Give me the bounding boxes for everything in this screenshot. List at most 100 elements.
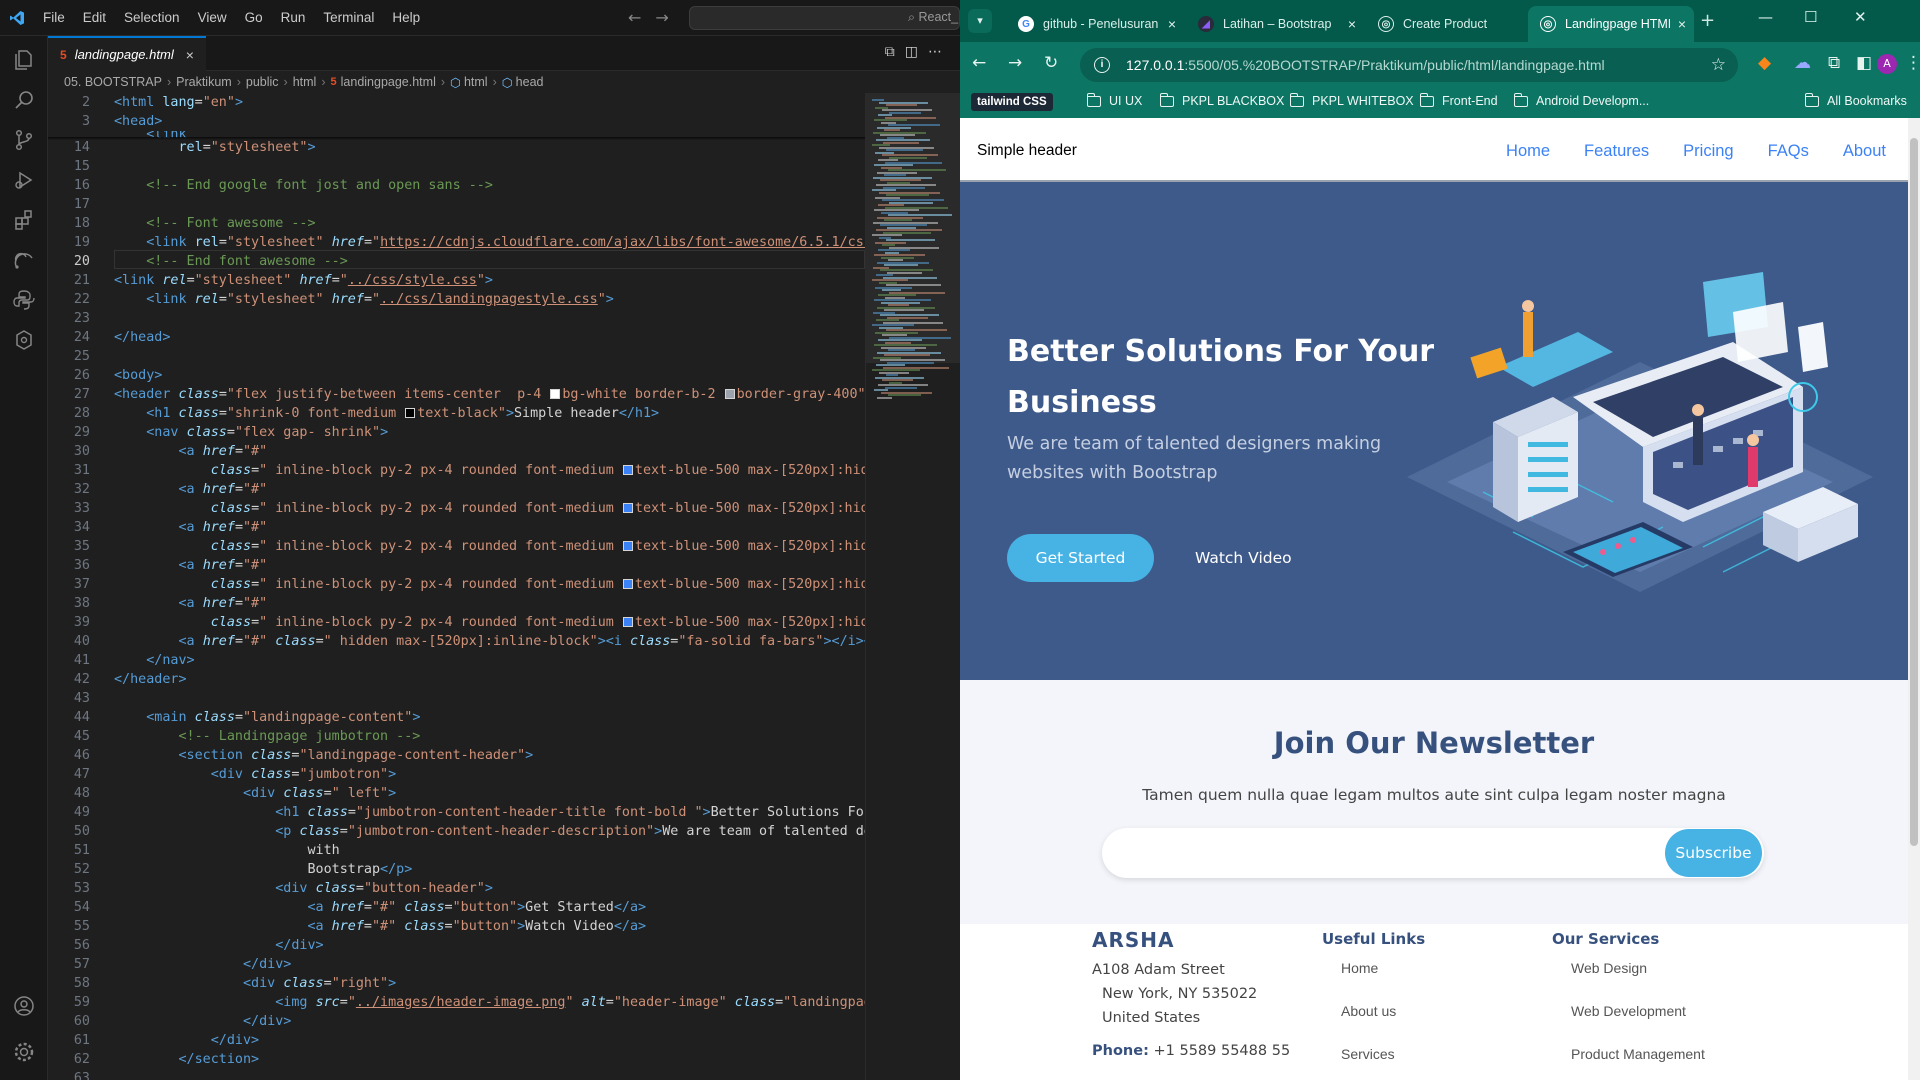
back-arrow-icon[interactable]: ← — [972, 53, 986, 73]
our-services-title: Our Services — [1552, 930, 1660, 948]
close-tab-icon[interactable]: × — [1670, 16, 1694, 32]
metamask-extension-icon[interactable]: ◆ — [1758, 53, 1771, 73]
bookmark-folder-ui-ux[interactable]: UI UX — [1086, 92, 1142, 108]
breadcrumb-item[interactable]: public — [246, 75, 279, 89]
menu-view[interactable]: View — [189, 10, 236, 25]
code-line: 29 <nav class="flex gap- shrink"> — [73, 425, 389, 440]
source-control-icon[interactable] — [12, 128, 36, 152]
footer-link[interactable]: Product Management — [1552, 1044, 1705, 1080]
bookmarks-bar: tailwind CSS UI UX PKPL BLACKBOX PKPL WH… — [960, 88, 1920, 118]
minimap[interactable] — [865, 93, 961, 1080]
menu-selection[interactable]: Selection — [115, 10, 189, 25]
bookmark-folder-whitebox[interactable]: PKPL WHITEBOX — [1289, 92, 1414, 108]
page-scrollbar[interactable] — [1908, 118, 1920, 1080]
newsletter-form: Subscribe — [1102, 828, 1764, 878]
code-line: 33 class=" inline-block py-2 px-4 rounde… — [73, 501, 865, 516]
profile-avatar[interactable]: A — [1877, 54, 1897, 74]
remote-explorer-icon[interactable] — [12, 248, 36, 272]
minimize-icon[interactable]: — — [1758, 8, 1773, 26]
chevron-right-icon: › — [321, 75, 326, 89]
tab-search-chevron-icon[interactable]: ▾ — [968, 9, 992, 33]
reload-icon[interactable]: ↻ — [1044, 53, 1058, 73]
footer-link[interactable]: Web Design — [1552, 958, 1705, 1001]
footer-link[interactable]: Services — [1322, 1044, 1425, 1080]
search-icon[interactable] — [12, 88, 36, 112]
explorer-icon[interactable] — [12, 48, 36, 72]
folder-icon — [1419, 92, 1434, 107]
breadcrumb-item[interactable]: html — [464, 75, 488, 89]
browser-tab-create-product[interactable]: ◎ Create Product × — [1366, 6, 1544, 42]
menu-edit[interactable]: Edit — [74, 10, 115, 25]
nav-link-features[interactable]: Features — [1584, 142, 1649, 161]
bookmark-star-icon[interactable]: ☆ — [1711, 48, 1726, 82]
browser-tab-latihan[interactable]: ◢ Latihan – Bootstrap × — [1186, 6, 1364, 42]
accounts-icon[interactable] — [12, 994, 36, 1018]
forward-arrow-icon[interactable]: → — [1008, 53, 1022, 73]
breadcrumb-item[interactable]: head — [516, 75, 544, 89]
extension-icon[interactable]: ☁ — [1794, 53, 1811, 73]
extensions-icon[interactable] — [12, 208, 36, 232]
close-tab-icon[interactable]: × — [1340, 16, 1364, 32]
bookmark-folder-blackbox[interactable]: PKPL BLACKBOX — [1159, 92, 1284, 108]
watch-video-button[interactable]: Watch Video — [1195, 534, 1292, 582]
breadcrumb-item[interactable]: landingpage.html — [341, 75, 436, 89]
phone-label: Phone: — [1092, 1043, 1149, 1059]
subscribe-button[interactable]: Subscribe — [1665, 829, 1762, 877]
nav-arrows[interactable]: ←→ — [628, 8, 683, 27]
code-line: 21 <link rel="stylesheet" href="../css/st… — [73, 273, 493, 288]
bookmark-all-bookmarks[interactable]: All Bookmarks — [1804, 92, 1907, 108]
footer-link[interactable]: Home — [1322, 958, 1425, 1001]
back-arrow-icon[interactable]: ← — [628, 8, 655, 27]
breadcrumb-item[interactable]: 05. BOOTSTRAP — [64, 75, 162, 89]
menu-go[interactable]: Go — [236, 10, 272, 25]
footer-link[interactable]: About us — [1322, 1001, 1425, 1044]
nav-link-faqs[interactable]: FAQs — [1768, 142, 1809, 161]
nav-link-about[interactable]: About — [1843, 142, 1886, 161]
settings-gear-icon[interactable] — [12, 1040, 36, 1064]
maximize-icon[interactable]: ☐ — [1804, 8, 1817, 26]
more-actions-icon[interactable]: ⋯ — [928, 44, 952, 60]
open-preview-icon[interactable]: ⧉ — [885, 44, 905, 60]
bookmark-folder-front-end[interactable]: Front-End — [1419, 92, 1498, 108]
menu-help[interactable]: Help — [383, 10, 429, 25]
globe-favicon-icon: ◎ — [1540, 16, 1556, 32]
extensions-puzzle-icon[interactable]: ⧉ — [1828, 53, 1840, 73]
new-tab-plus-icon[interactable]: + — [1700, 10, 1715, 31]
breadcrumb-item[interactable]: Praktikum — [176, 75, 232, 89]
code-editor[interactable]: 2 <html lang="en"> 3 <head> <link 14 rel="… — [48, 93, 865, 1080]
side-panel-icon[interactable]: ◧ — [1856, 53, 1872, 73]
bookmark-folder-android[interactable]: Android Developm... — [1513, 92, 1649, 108]
split-editor-icon[interactable]: ◫ — [905, 44, 928, 60]
run-debug-icon[interactable] — [12, 168, 36, 192]
site-info-icon[interactable]: i — [1094, 57, 1110, 73]
gitlens-icon[interactable] — [12, 328, 36, 352]
bookmark-tailwind[interactable]: tailwind CSS — [971, 93, 1053, 111]
python-icon[interactable] — [12, 288, 36, 312]
newsletter-title: Join Our Newsletter — [1273, 726, 1595, 760]
menu-terminal[interactable]: Terminal — [314, 10, 383, 25]
close-tab-icon[interactable]: × — [1160, 16, 1184, 32]
code-line: 15 — [73, 159, 90, 174]
breadcrumb-item[interactable]: html — [293, 75, 317, 89]
more-menu-icon[interactable]: ⋮ — [1905, 53, 1920, 73]
code-line: 46 <section class="landingpage-content-h… — [73, 748, 534, 763]
newsletter-email-input[interactable] — [1102, 828, 1662, 878]
code-line: 43 — [73, 691, 90, 706]
browser-tab-landingpage[interactable]: ◎ Landingpage HTML × — [1528, 6, 1694, 42]
nav-link-pricing[interactable]: Pricing — [1683, 142, 1733, 161]
code-line: 62 </section> — [73, 1052, 260, 1067]
scrollbar-thumb[interactable] — [1910, 138, 1918, 846]
get-started-button[interactable]: Get Started — [1007, 534, 1154, 582]
nav-link-home[interactable]: Home — [1506, 142, 1550, 161]
command-center-search[interactable]: ⌕ React_ — [689, 6, 960, 30]
bookmark-label: All Bookmarks — [1827, 94, 1907, 108]
forward-arrow-icon[interactable]: → — [655, 8, 682, 27]
menu-run[interactable]: Run — [272, 10, 315, 25]
tab-landingpage-html[interactable]: 5 landingpage.html × — [48, 36, 206, 71]
address-bar[interactable]: i 127.0.0.1:5500/05.%20BOOTSTRAP/Praktik… — [1080, 48, 1738, 82]
close-tab-icon[interactable]: × — [186, 47, 194, 63]
menu-file[interactable]: File — [34, 10, 74, 25]
footer-link[interactable]: Web Development — [1552, 1001, 1705, 1044]
browser-tab-github[interactable]: G github - Penelusuran Google × — [1006, 6, 1184, 42]
window-close-icon[interactable]: ✕ — [1854, 8, 1867, 26]
